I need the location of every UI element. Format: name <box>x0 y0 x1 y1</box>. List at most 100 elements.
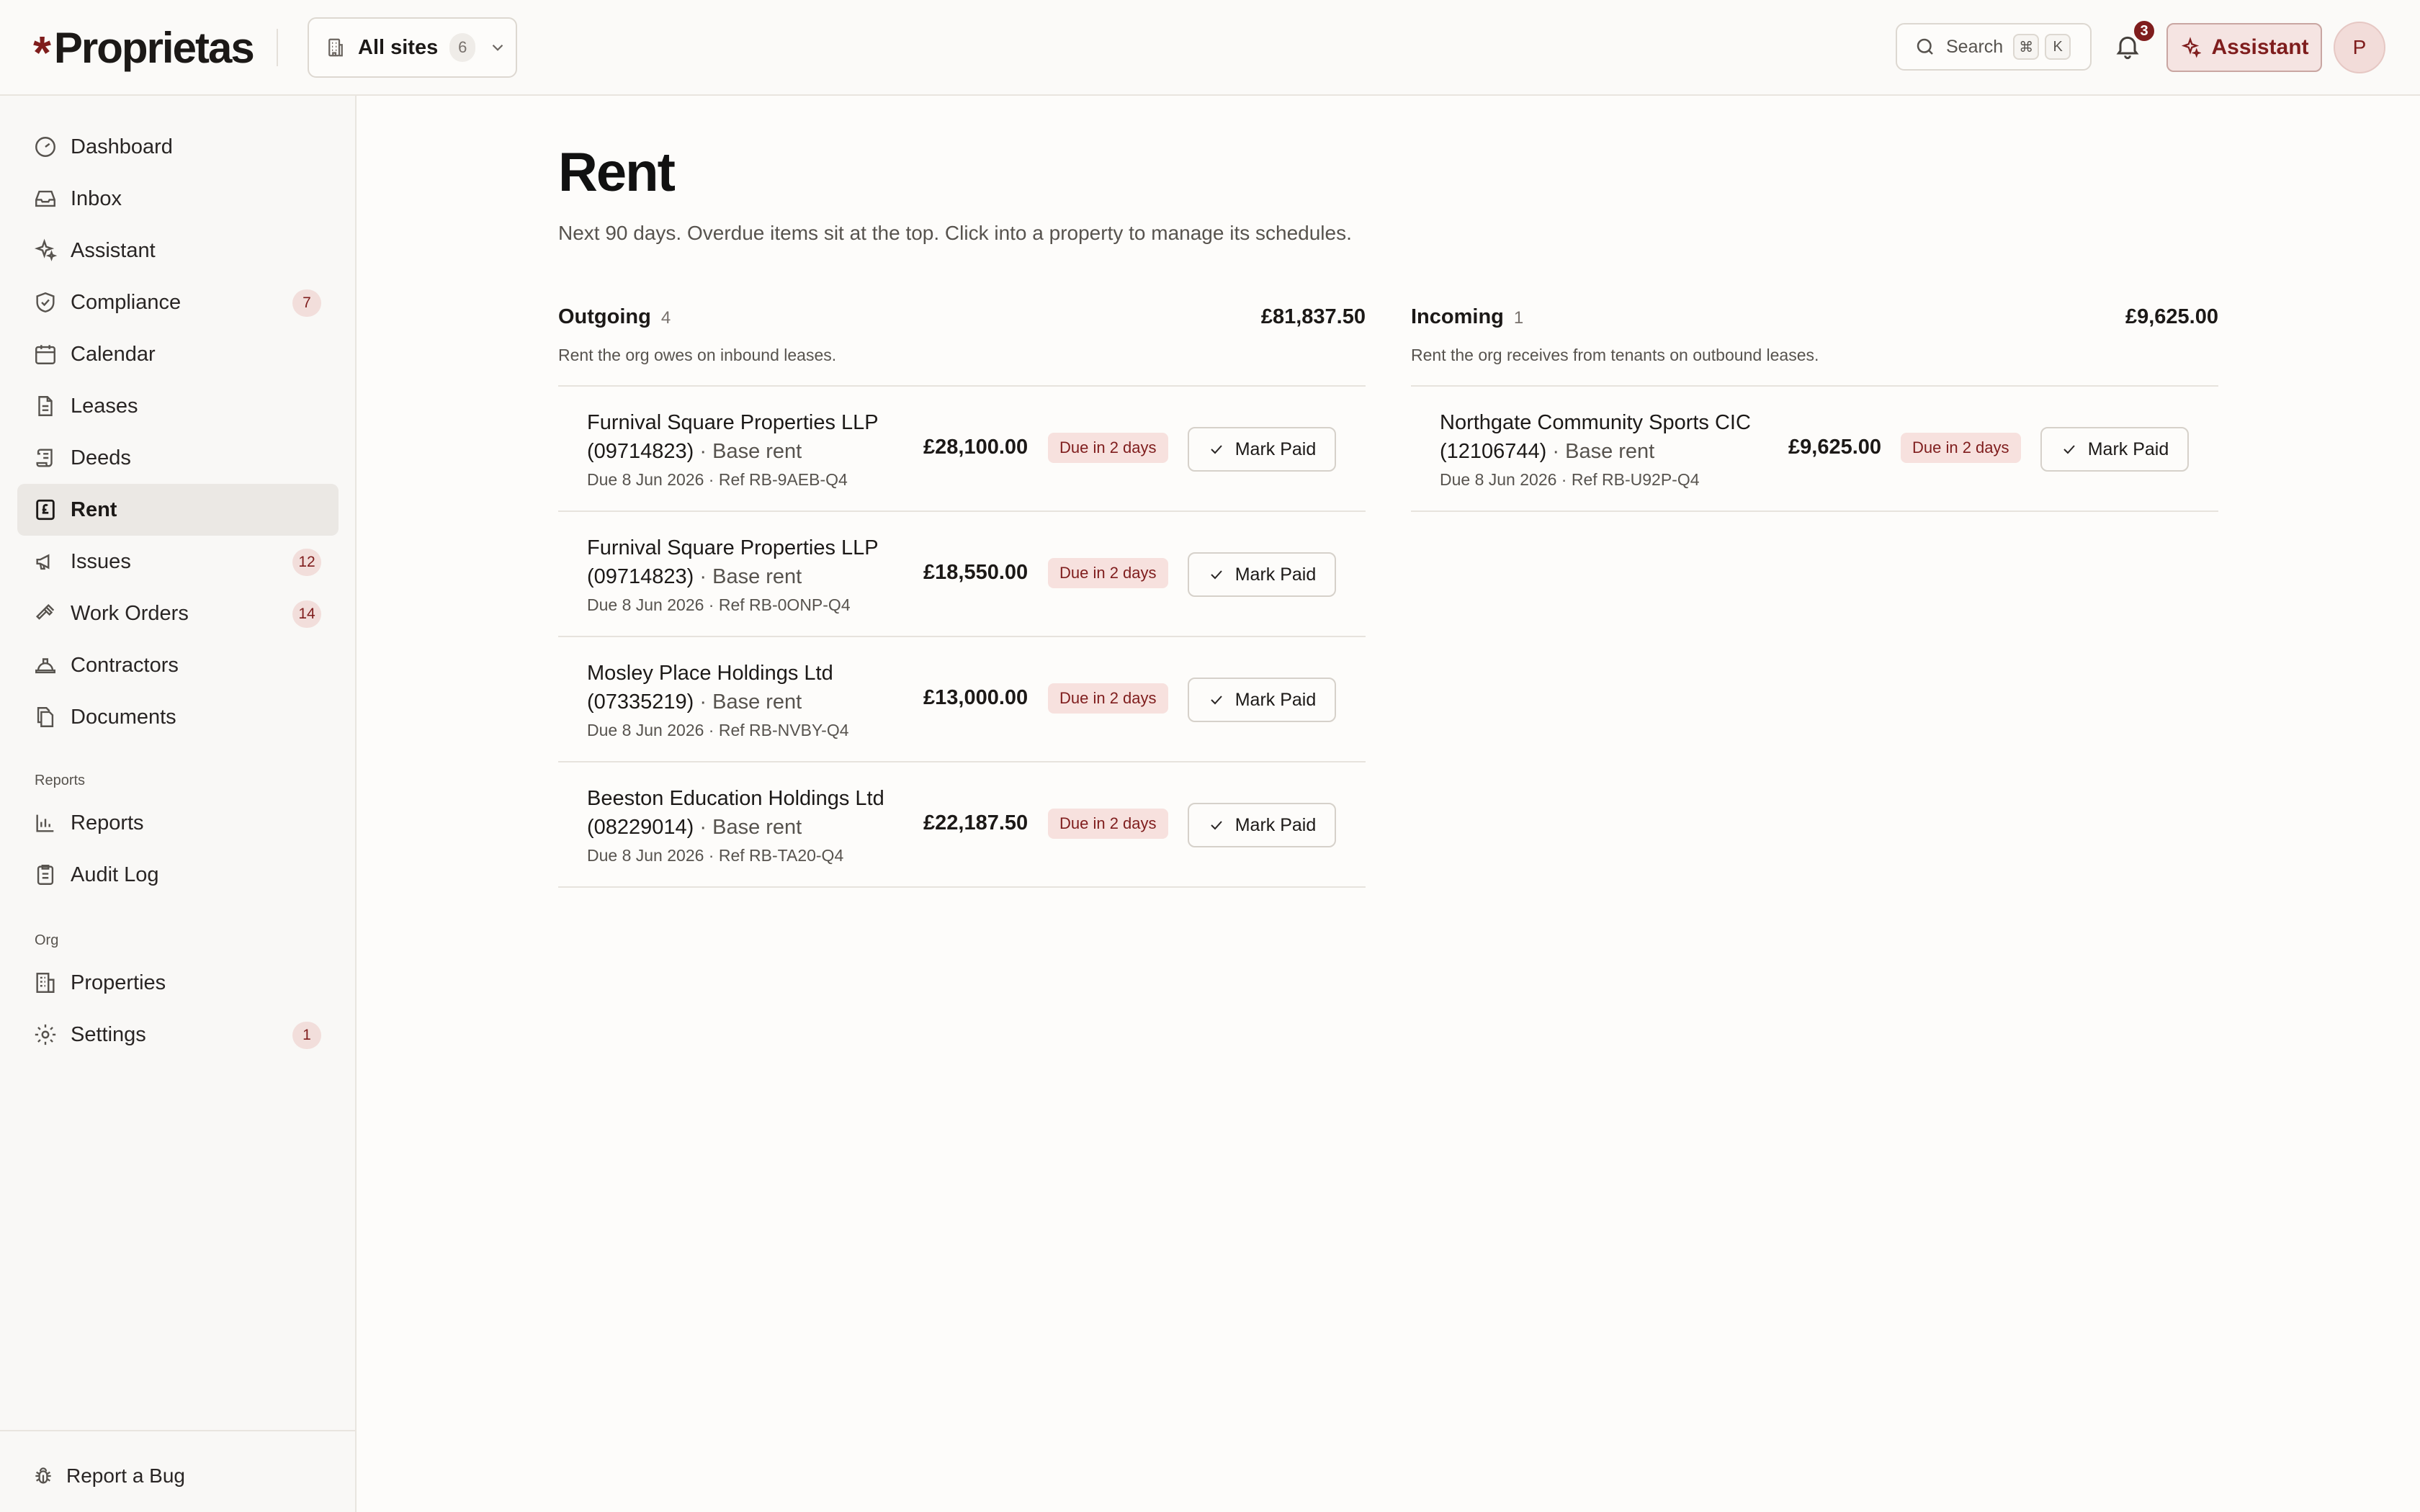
party-name: Northgate Community Sports CIC (12106744)… <box>1440 408 1778 466</box>
check-icon <box>1208 816 1225 834</box>
sidebar-item-label: Contractors <box>71 653 179 677</box>
company-number: (07335219) <box>587 690 694 714</box>
rent-row[interactable]: Northgate Community Sports CIC (12106744)… <box>1411 387 2218 512</box>
due-date-ref: Due 8 Jun 2026 · Ref RB-9AEB-Q4 <box>587 470 848 489</box>
mark-paid-label: Mark Paid <box>1234 564 1317 585</box>
section-label-reports: Reports <box>35 773 86 788</box>
sidebar-item-label: Documents <box>71 705 176 729</box>
sidebar-item-inbox[interactable]: Inbox <box>17 173 339 225</box>
party-name: Beeston Education Holdings Ltd (08229014)… <box>587 784 889 842</box>
section-title: Incoming 1 <box>1411 305 1523 329</box>
sidebar-item-audit-log[interactable]: Audit Log <box>17 849 339 901</box>
mark-paid-button[interactable]: Mark Paid <box>1188 427 1336 472</box>
sidebar-item-settings[interactable]: Settings 1 <box>17 1009 339 1061</box>
sidebar-item-properties[interactable]: Properties <box>17 957 339 1009</box>
sidebar-item-label: Properties <box>71 971 166 994</box>
megaphone-icon <box>33 549 58 574</box>
page-subtitle: Next 90 days. Overdue items sit at the t… <box>558 222 1352 244</box>
brand-logo[interactable]: * Proprietas <box>33 17 255 78</box>
party-name-line1: Beeston Education Holdings Ltd <box>587 787 884 810</box>
sidebar-item-calendar[interactable]: Calendar <box>17 328 339 380</box>
report-bug-label: Report a Bug <box>66 1464 185 1487</box>
chevron-down-icon <box>488 38 507 57</box>
section-count: 4 <box>660 308 671 328</box>
bar-chart-icon <box>33 811 58 835</box>
rent-type: · Base rent <box>694 565 802 588</box>
sidebar-item-reports[interactable]: Reports <box>17 797 339 849</box>
bug-icon <box>32 1464 55 1488</box>
avatar[interactable]: P <box>2334 22 2385 73</box>
check-icon <box>1208 691 1225 708</box>
rent-amount: £9,625.00 <box>1788 436 1882 459</box>
party-name-line1: Furnival Square Properties LLP <box>587 536 879 559</box>
status-badge: Due in 2 days <box>1048 809 1168 839</box>
sparkles-icon <box>33 238 58 263</box>
sidebar-item-label: Compliance <box>71 290 182 314</box>
rent-row[interactable]: Mosley Place Holdings Ltd (07335219) · Ba… <box>558 637 1366 762</box>
notification-count-badge: 3 <box>2132 19 2156 43</box>
mark-paid-button[interactable]: Mark Paid <box>2040 427 2189 472</box>
rent-amount: £28,100.00 <box>923 436 1028 459</box>
rent-row[interactable]: Beeston Education Holdings Ltd (08229014)… <box>558 762 1366 888</box>
incoming-section: Incoming 1 £9,625.00 Rent the org receive… <box>1411 302 2218 512</box>
page-title: Rent <box>558 142 676 203</box>
due-date-ref: Due 8 Jun 2026 · Ref RB-TA20-Q4 <box>587 846 844 865</box>
status-badge: Due in 2 days <box>1048 683 1168 714</box>
sidebar-item-assistant[interactable]: Assistant <box>17 225 339 276</box>
party-name-line1: Furnival Square Properties LLP <box>587 411 879 434</box>
outgoing-section: Outgoing 4 £81,837.50 Rent the org owes o… <box>558 302 1366 888</box>
sidebar-item-documents[interactable]: Documents <box>17 691 339 743</box>
top-bar: * Proprietas All sites 6 Search ⌘ K 3 As… <box>0 0 2420 96</box>
section-title-text: Incoming <box>1411 305 1504 328</box>
sidebar-item-label: Rent <box>71 498 117 521</box>
sidebar-item-issues[interactable]: Issues 12 <box>17 536 339 588</box>
party-name: Furnival Square Properties LLP (09714823)… <box>587 408 889 466</box>
sidebar-item-rent[interactable]: Rent <box>17 484 339 536</box>
site-picker-label: All sites <box>358 35 439 59</box>
rent-row[interactable]: Furnival Square Properties LLP (09714823)… <box>558 512 1366 637</box>
sidebar-item-dashboard[interactable]: Dashboard <box>17 121 339 173</box>
section-header: Incoming 1 £9,625.00 <box>1411 302 2218 337</box>
company-number: (12106744) <box>1440 440 1547 463</box>
count-badge: 1 <box>292 1022 321 1049</box>
building-icon <box>33 971 58 995</box>
due-date-ref: Due 8 Jun 2026 · Ref RB-U92P-Q4 <box>1440 470 1700 489</box>
rent-row[interactable]: Furnival Square Properties LLP (09714823)… <box>558 387 1366 512</box>
party-name: Mosley Place Holdings Ltd (07335219) · Ba… <box>587 659 889 716</box>
clipboard-list-icon <box>33 863 58 887</box>
sidebar-item-label: Reports <box>71 811 144 834</box>
site-picker[interactable]: All sites 6 <box>308 17 517 78</box>
sparkles-icon <box>2179 37 2202 58</box>
mark-paid-label: Mark Paid <box>1234 689 1317 710</box>
files-icon <box>33 705 58 729</box>
company-number: (08229014) <box>587 816 694 839</box>
assistant-button-label: Assistant <box>2211 35 2309 59</box>
mark-paid-button[interactable]: Mark Paid <box>1188 678 1336 722</box>
sidebar-item-label: Settings <box>71 1022 146 1046</box>
sidebar-item-label: Assistant <box>71 238 156 262</box>
sidebar-item-work-orders[interactable]: Work Orders 14 <box>17 588 339 639</box>
inbox-icon <box>33 186 58 211</box>
section-description: Rent the org owes on inbound leases. <box>558 346 837 364</box>
scroll-icon <box>33 446 58 470</box>
due-date-ref: Due 8 Jun 2026 · Ref RB-NVBY-Q4 <box>587 721 849 739</box>
party-name: Furnival Square Properties LLP (09714823)… <box>587 534 889 591</box>
assistant-button[interactable]: Assistant <box>2166 23 2322 72</box>
brand-name: Proprietas <box>53 23 255 72</box>
rent-type: · Base rent <box>694 690 802 714</box>
sidebar-item-deeds[interactable]: Deeds <box>17 432 339 484</box>
report-bug-button[interactable]: Report a Bug <box>32 1458 185 1494</box>
sidebar-item-label: Dashboard <box>71 135 173 158</box>
mark-paid-label: Mark Paid <box>1234 438 1317 459</box>
gear-icon <box>33 1022 58 1047</box>
search-button[interactable]: Search ⌘ K <box>1896 23 2092 71</box>
sidebar-item-compliance[interactable]: Compliance 7 <box>17 276 339 328</box>
status-badge: Due in 2 days <box>1048 433 1168 463</box>
shield-check-icon <box>33 290 58 315</box>
rent-type: · Base rent <box>694 816 802 839</box>
company-number: (09714823) <box>587 565 694 588</box>
mark-paid-button[interactable]: Mark Paid <box>1188 803 1336 847</box>
mark-paid-button[interactable]: Mark Paid <box>1188 552 1336 597</box>
sidebar-item-contractors[interactable]: Contractors <box>17 639 339 691</box>
sidebar-item-leases[interactable]: Leases <box>17 380 339 432</box>
